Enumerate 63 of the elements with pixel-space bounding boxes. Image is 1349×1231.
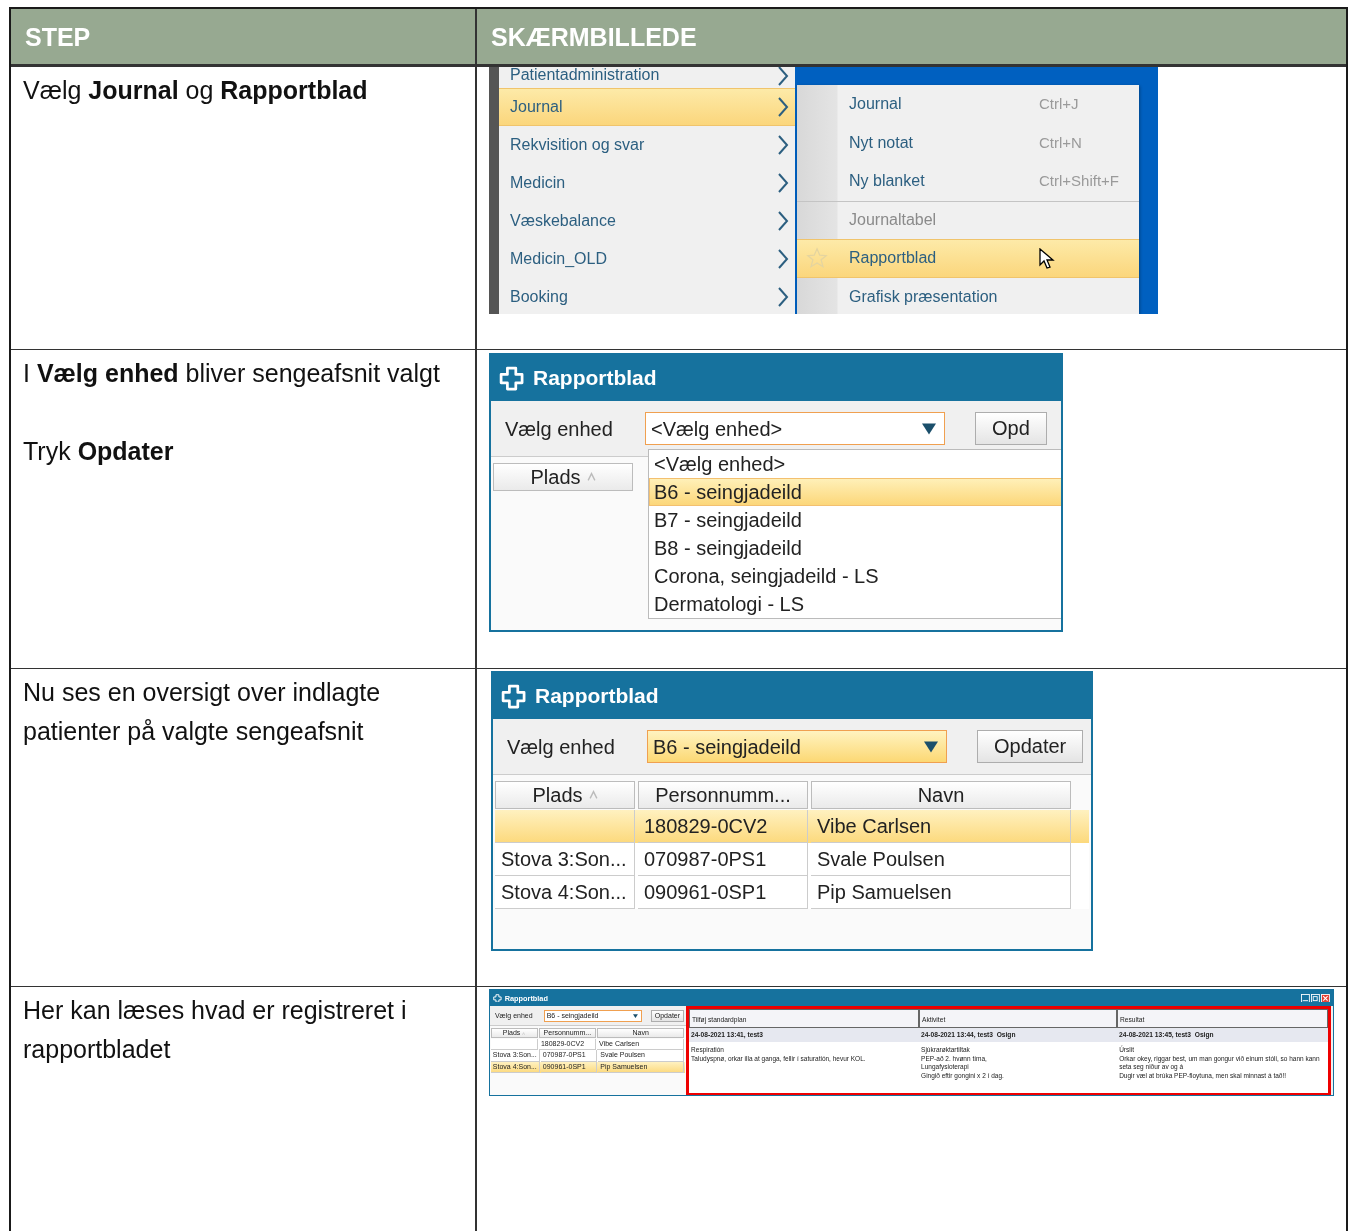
column-header[interactable]: Personnumm... (638, 781, 808, 810)
field-label: Vælg enhed (505, 416, 614, 442)
column-header[interactable]: Navn (811, 781, 1071, 810)
menu-item[interactable]: Journal (499, 88, 795, 126)
menu-item[interactable]: Nyt notat Ctrl+N (797, 123, 1139, 162)
menu-item[interactable]: Medicin (499, 164, 795, 202)
menu-item[interactable]: Patientadministration (499, 67, 795, 88)
plus-icon (492, 993, 502, 1003)
column-header: SKÆRMBILLEDE (477, 9, 1346, 64)
select-field[interactable]: B6 - seingjadeild (647, 730, 947, 764)
chevron-icon (777, 210, 789, 232)
step-text: Her kan læses hvad er registreret i rapportbladet (23, 995, 408, 1065)
restore-icon (1310, 993, 1320, 1003)
column-header[interactable]: Plads (495, 781, 635, 810)
table-row[interactable]: 180829-0CV2 Vibe Carlsen (495, 810, 1089, 844)
chevron-icon (777, 248, 789, 270)
menu-item[interactable]: Booking (499, 278, 795, 314)
step-text: Vælg Journal og Rapportblad (23, 75, 369, 106)
step-text: I Vælg enhed bliver sengeafsnit valgt (23, 358, 441, 389)
chevron-icon (777, 286, 789, 308)
menu-item[interactable]: Grafisk præsentation (797, 277, 1139, 314)
minimize-icon (1300, 993, 1310, 1003)
chevron-icon (777, 172, 789, 194)
plus-icon (499, 365, 525, 391)
menu-item[interactable]: Ny blanket Ctrl+Shift+F (797, 162, 1139, 201)
caret-icon (922, 422, 936, 435)
step-text: Nu ses en oversigt over indlagte patienter på valgte sengeafsnit (23, 677, 382, 747)
sort-icon (586, 472, 596, 483)
sort-icon (588, 790, 598, 801)
table-row[interactable]: Stova 4:Son... 090961-0SP1 Pip Samuelsen (495, 876, 1089, 910)
table-cell: 090961-0SP1 (638, 876, 808, 910)
window-title: Rapportblad (532, 365, 657, 392)
menu-item[interactable]: Journal Ctrl+J (797, 85, 1139, 124)
table-cell: Stova 4:Son... (495, 876, 635, 910)
caret-icon (633, 1013, 639, 1018)
column-header[interactable]: Plads (493, 463, 633, 492)
chevron-icon (777, 96, 789, 118)
table-cell: Pip Samuelsen (811, 876, 1071, 910)
dropdown-option[interactable]: B6 - seingjadeild (649, 478, 1061, 507)
column-header: STEP (11, 9, 477, 64)
menu-item[interactable]: Rekvisition og svar (499, 126, 795, 164)
select-field[interactable]: <Vælg enhed> (645, 412, 945, 446)
chevron-icon (777, 134, 789, 156)
window-title: Rapportblad (534, 683, 659, 710)
plus-icon (501, 683, 527, 709)
dropdown-option[interactable]: B7 - seingjadeild (649, 506, 1061, 535)
dropdown-option[interactable]: B8 - seingjadeild (649, 534, 1061, 563)
step-text: Tryk Opdater (23, 436, 175, 467)
menu-item[interactable]: Medicin_OLD (499, 240, 795, 278)
update-button[interactable]: Opd (975, 412, 1047, 446)
chevron-icon (777, 67, 789, 87)
dropdown-option[interactable]: <Vælg enhed> (649, 450, 1061, 479)
close-icon (1321, 993, 1331, 1003)
menu-item[interactable]: Væskebalance (499, 202, 795, 240)
table-row[interactable]: Stova 3:Son... 070987-0PS1 Svale Poulsen (495, 843, 1089, 877)
menu-item[interactable]: Rapportblad (797, 239, 1139, 278)
dropdown-option[interactable]: Dermatologi - LS (649, 590, 1061, 619)
update-button[interactable]: Opdater (977, 730, 1084, 764)
field-label: Vælg enhed (507, 734, 616, 760)
dropdown-option[interactable]: Corona, seingjadeild - LS (649, 562, 1061, 591)
star-icon (806, 247, 828, 270)
cursor-icon (1039, 247, 1055, 270)
caret-icon (924, 740, 938, 753)
